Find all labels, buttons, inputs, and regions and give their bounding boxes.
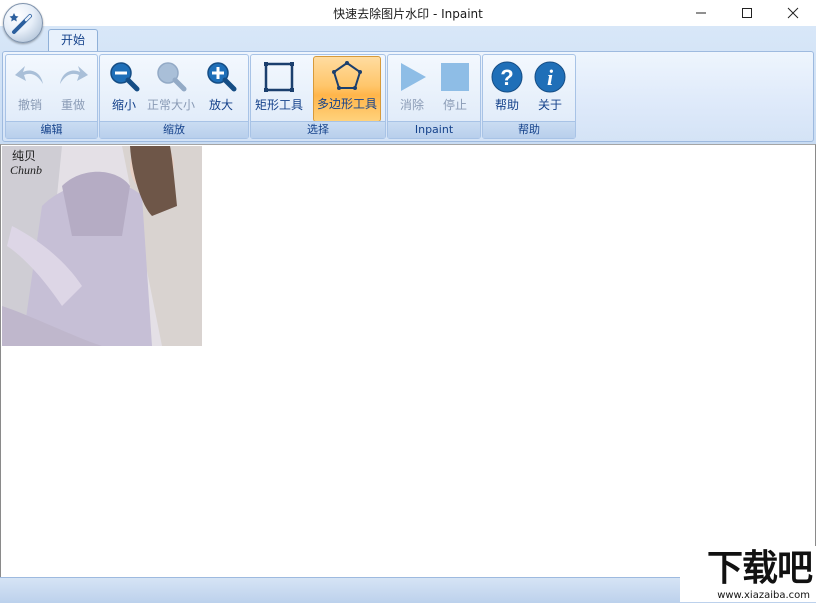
undo-button[interactable]: 撤销 <box>9 58 51 120</box>
rectangle-tool-button[interactable]: 矩形工具 <box>255 58 303 120</box>
undo-icon <box>15 66 43 84</box>
about-button[interactable]: i 关于 <box>529 58 571 120</box>
rectangle-tool-label: 矩形工具 <box>254 98 303 112</box>
group-zoom: 缩小 正常大小 放大 缩放 <box>99 54 249 139</box>
zoom-out-icon <box>110 62 140 92</box>
stop-button[interactable]: 停止 <box>434 58 476 120</box>
zoom-out-button[interactable]: 缩小 <box>103 58 145 120</box>
erase-button[interactable]: 消除 <box>391 58 433 120</box>
redo-icon <box>60 66 88 84</box>
site-watermark: 下载吧 www.xiazaiba.com <box>680 546 816 602</box>
zoom-in-label: 放大 <box>208 98 233 112</box>
stop-label: 停止 <box>442 98 467 112</box>
redo-label: 重做 <box>60 98 85 112</box>
group-edit: 撤销 重做 编辑 <box>5 54 98 139</box>
zoom-actual-icon <box>157 62 187 92</box>
group-help-label: 帮助 <box>483 121 575 138</box>
group-zoom-label: 缩放 <box>100 121 248 138</box>
group-select: 矩形工具 多边形工具 选择 <box>250 54 386 139</box>
normal-size-label: 正常大小 <box>146 98 195 112</box>
photo-watermark-text: 纯贝 <box>12 149 36 163</box>
tab-home[interactable]: 开始 <box>48 29 98 51</box>
redo-button[interactable]: 重做 <box>52 58 94 120</box>
loaded-photo[interactable]: 纯贝 Chunb <box>2 146 202 346</box>
group-inpaint: 消除 停止 Inpaint <box>387 54 481 139</box>
ribbon-panel: 撤销 重做 编辑 缩小 正常大小 放大 缩放 矩形工具 多边形工具 选择 消除 … <box>2 51 814 142</box>
polygon-select-icon <box>332 61 362 90</box>
magic-wand-icon <box>9 13 32 34</box>
application-menu-button[interactable] <box>3 3 43 43</box>
group-help: ? 帮助 i 关于 帮助 <box>482 54 576 139</box>
zoom-in-icon <box>207 62 237 92</box>
maximize-button[interactable] <box>724 0 770 26</box>
rectangle-select-icon <box>264 62 294 92</box>
group-inpaint-label: Inpaint <box>388 121 480 138</box>
site-watermark-brand: 下载吧 <box>706 548 813 589</box>
group-select-label: 选择 <box>251 121 385 138</box>
help-button[interactable]: ? 帮助 <box>486 58 528 120</box>
image-canvas[interactable]: 纯贝 Chunb <box>0 144 816 578</box>
question-icon: ? <box>491 61 523 93</box>
zoom-in-button[interactable]: 放大 <box>200 58 242 120</box>
svg-text:?: ? <box>500 65 513 90</box>
photo-content: 纯贝 Chunb <box>2 146 202 346</box>
title-bar: 快速去除图片水印 - Inpaint <box>0 0 816 26</box>
photo-watermark-script: Chunb <box>10 163 42 177</box>
stop-icon <box>441 63 469 91</box>
minimize-button[interactable] <box>678 0 724 26</box>
zoom-out-label: 缩小 <box>111 98 136 112</box>
info-icon: i <box>534 61 566 93</box>
site-watermark-url: www.xiazaiba.com <box>717 590 810 601</box>
polygon-tool-button[interactable]: 多边形工具 <box>313 56 381 122</box>
close-icon <box>787 7 799 19</box>
close-button[interactable] <box>770 0 816 26</box>
minimize-icon <box>696 12 706 14</box>
play-icon <box>401 63 426 91</box>
svg-text:i: i <box>547 65 554 90</box>
ribbon: 开始 撤销 重做 编辑 缩小 正常大小 放大 缩放 矩形工具 多边形工具 选择 … <box>0 26 816 144</box>
normal-size-button[interactable]: 正常大小 <box>147 58 195 120</box>
group-edit-label: 编辑 <box>6 121 97 138</box>
about-label: 关于 <box>537 98 562 112</box>
maximize-icon <box>742 8 752 18</box>
polygon-tool-label: 多边形工具 <box>316 97 377 111</box>
